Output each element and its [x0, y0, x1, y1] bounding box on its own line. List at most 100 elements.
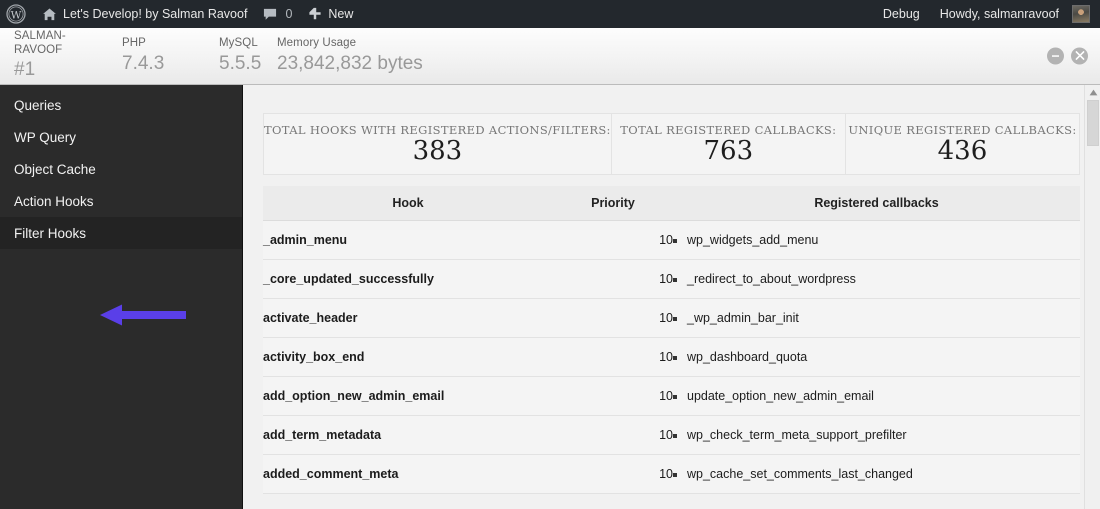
callback-list: wp_dashboard_quota [673, 350, 1080, 364]
summary-stats-row: Total hooks with registered actions/filt… [263, 113, 1080, 175]
callback-item: wp_widgets_add_menu [673, 233, 1080, 247]
table-header-row: Hook Priority Registered callbacks [263, 186, 1080, 221]
table-row: activate_header 10 _wp_admin_bar_init [263, 298, 1080, 338]
callback-item: _wp_admin_bar_init [673, 311, 1080, 325]
wordpress-logo-icon: W [6, 4, 26, 24]
howdy-label: Howdy, salmanravoof [939, 7, 1059, 21]
callback-list: wp_check_term_meta_support_prefilter [673, 428, 1080, 442]
header-stat-value: #1 [14, 59, 36, 81]
close-button[interactable] [1071, 47, 1088, 65]
header-stat-memory[interactable]: Memory Usage 23,842,832 bytes [277, 37, 433, 75]
cell-callbacks: wp_widgets_add_menu [673, 220, 1080, 260]
cell-hook-name: _core_updated_successfully [263, 259, 553, 299]
cell-callbacks: wp_cache_set_comments_last_changed [673, 454, 1080, 494]
wp-logo-menu-item[interactable]: W [0, 0, 34, 28]
summary-stat-caption: Unique registered callbacks: [848, 122, 1077, 137]
comments-count: 0 [285, 7, 293, 21]
minimize-button[interactable] [1047, 47, 1064, 65]
sidebar-item-wp-query[interactable]: WP Query [0, 121, 242, 153]
cell-hook-name: add_option_new_admin_email [263, 376, 553, 416]
column-header-callbacks[interactable]: Registered callbacks [673, 186, 1080, 221]
cell-priority: 10 [553, 415, 673, 455]
sidebar-item-filter-hooks[interactable]: Filter Hooks [0, 217, 242, 249]
summary-stat-unique-callbacks: Unique registered callbacks: 436 [846, 114, 1079, 174]
table-head: Hook Priority Registered callbacks [263, 186, 1080, 221]
callback-item: _redirect_to_about_wordpress [673, 272, 1080, 286]
filter-hooks-table: Hook Priority Registered callbacks _admi… [263, 186, 1080, 494]
admin-bar-right-group: Debug Howdy, salmanravoof [873, 0, 1100, 28]
table-row: activity_box_end 10 wp_dashboard_quota [263, 337, 1080, 377]
header-stat-value: 5.5.5 [219, 52, 262, 74]
vertical-scrollbar[interactable] [1084, 85, 1100, 509]
cell-priority: 10 [553, 298, 673, 338]
query-monitor-body: Queries WP Query Object Cache Action Hoo… [0, 85, 1100, 509]
filter-hooks-panel: Total hooks with registered actions/filt… [243, 85, 1100, 509]
callback-list: _wp_admin_bar_init [673, 311, 1080, 325]
cell-priority: 10 [553, 337, 673, 377]
close-icon [1074, 51, 1085, 62]
sidebar-item-queries[interactable]: Queries [0, 89, 242, 121]
sidebar-item-label: Object Cache [14, 161, 96, 177]
minimize-icon [1050, 51, 1061, 62]
debug-label: Debug [882, 7, 920, 21]
header-stat-label: Memory Usage [277, 37, 357, 50]
panel-window-controls [1047, 47, 1088, 65]
debug-menu-item[interactable]: Debug [873, 0, 930, 28]
wp-admin-bar: W Let's Develop! by Salman Ravoof 0 New … [0, 0, 1100, 28]
summary-stat-caption: Total hooks with registered actions/filt… [264, 122, 611, 137]
callback-list: wp_widgets_add_menu [673, 233, 1080, 247]
callback-item: wp_cache_set_comments_last_changed [673, 467, 1080, 481]
scroll-up-arrow-icon[interactable] [1085, 85, 1100, 99]
callback-item: update_option_new_admin_email [673, 389, 1080, 403]
cell-callbacks: wp_check_term_meta_support_prefilter [673, 415, 1080, 455]
query-monitor-header: SALMAN-RAVOOF #1 PHP 7.4.3 MySQL 5.5.5 M… [0, 28, 1100, 85]
cell-hook-name: added_comment_meta [263, 454, 553, 494]
cell-callbacks: _redirect_to_about_wordpress [673, 259, 1080, 299]
header-stat-php[interactable]: PHP 7.4.3 [122, 37, 219, 75]
summary-stat-value: 763 [703, 135, 754, 166]
user-avatar [1072, 5, 1090, 23]
header-stat-mysql[interactable]: MySQL 5.5.5 [219, 37, 277, 75]
column-header-priority[interactable]: Priority [553, 186, 673, 221]
pointer-arrow [100, 304, 186, 326]
svg-text:W: W [11, 9, 22, 21]
table-row: _admin_menu 10 wp_widgets_add_menu [263, 220, 1080, 260]
sidebar-item-label: WP Query [14, 129, 77, 145]
header-stat-site[interactable]: SALMAN-RAVOOF #1 [14, 30, 122, 82]
cell-priority: 10 [553, 220, 673, 260]
summary-stat-total-callbacks: Total registered callbacks: 763 [612, 114, 846, 174]
header-stat-label: SALMAN-RAVOOF [14, 30, 66, 56]
panel-sidebar-nav: Queries WP Query Object Cache Action Hoo… [0, 85, 243, 509]
header-stat-value: 7.4.3 [122, 52, 165, 74]
new-content-menu-item[interactable]: New [300, 0, 361, 28]
cell-callbacks: _wp_admin_bar_init [673, 298, 1080, 338]
sidebar-item-label: Queries [14, 97, 62, 113]
sidebar-item-action-hooks[interactable]: Action Hooks [0, 185, 242, 217]
summary-stat-total-hooks: Total hooks with registered actions/filt… [264, 114, 612, 174]
cell-priority: 10 [553, 454, 673, 494]
comments-menu-item[interactable]: 0 [255, 0, 300, 28]
admin-bar-left-group: W Let's Develop! by Salman Ravoof 0 New [0, 0, 361, 28]
header-stat-value: 23,842,832 bytes [277, 52, 423, 74]
comment-bubble-icon [263, 8, 277, 21]
table-row: add_option_new_admin_email 10 update_optio… [263, 376, 1080, 416]
scrollbar-thumb[interactable] [1086, 100, 1099, 146]
cell-priority: 10 [553, 259, 673, 299]
table-row: add_term_metadata 10 wp_check_term_meta_su… [263, 415, 1080, 455]
my-account-menu-item[interactable]: Howdy, salmanravoof [930, 0, 1100, 28]
summary-stat-value: 383 [412, 135, 463, 166]
site-name-menu-item[interactable]: Let's Develop! by Salman Ravoof [34, 0, 255, 28]
site-name-label: Let's Develop! by Salman Ravoof [63, 7, 248, 21]
summary-stat-caption: Total registered callbacks: [620, 122, 837, 137]
column-header-hook[interactable]: Hook [263, 186, 553, 221]
sidebar-item-object-cache[interactable]: Object Cache [0, 153, 242, 185]
callback-list: update_option_new_admin_email [673, 389, 1080, 403]
table-row: added_comment_meta 10 wp_cache_set_comment… [263, 454, 1080, 494]
sidebar-item-label: Filter Hooks [14, 225, 87, 241]
callback-item: wp_dashboard_quota [673, 350, 1080, 364]
callback-item: wp_check_term_meta_support_prefilter [673, 428, 1080, 442]
cell-callbacks: wp_dashboard_quota [673, 337, 1080, 377]
header-stat-label: PHP [122, 37, 146, 50]
summary-stat-value: 436 [937, 135, 988, 166]
cell-hook-name: activity_box_end [263, 337, 553, 377]
